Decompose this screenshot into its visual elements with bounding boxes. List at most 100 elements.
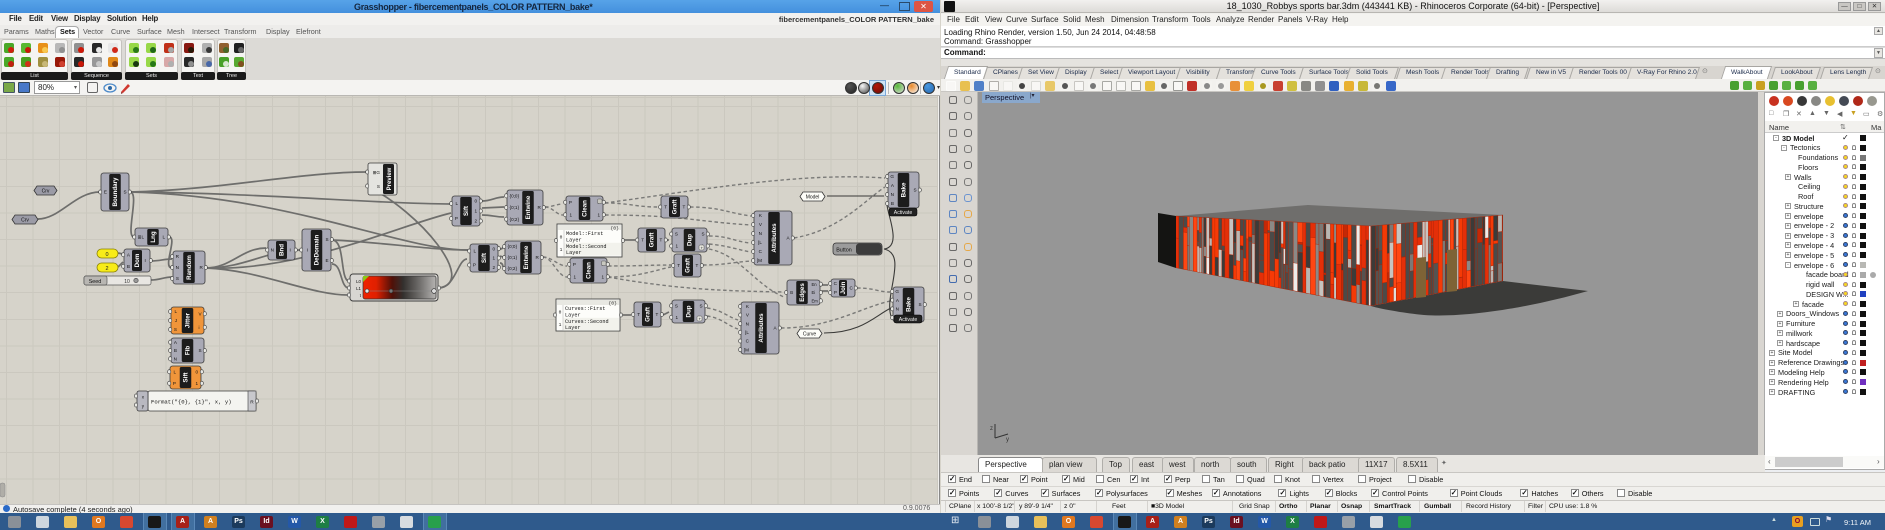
svg-text:Em: Em xyxy=(812,299,819,304)
svg-text:T: T xyxy=(637,312,640,317)
svg-text:1: 1 xyxy=(493,256,496,261)
svg-text:DeDomain: DeDomain xyxy=(314,234,321,265)
svg-text:G: G xyxy=(890,174,894,179)
svg-text:En: En xyxy=(812,282,818,287)
svg-text:E: E xyxy=(326,258,329,263)
svg-text:[M: [M xyxy=(757,258,762,263)
svg-text:2: 2 xyxy=(475,219,478,224)
svg-text:1: 1 xyxy=(559,322,562,328)
svg-text:1: 1 xyxy=(598,212,601,217)
svg-text:L1: L1 xyxy=(356,286,361,291)
svg-text:Bake: Bake xyxy=(906,297,913,312)
svg-text:{0;0}: {0;0} xyxy=(508,244,518,249)
svg-text:S: S xyxy=(702,232,705,237)
svg-text:Dom: Dom xyxy=(134,253,141,267)
svg-text:R: R xyxy=(250,400,254,406)
svg-text:2: 2 xyxy=(105,266,108,272)
svg-text:1: 1 xyxy=(569,212,572,217)
svg-text:S: S xyxy=(700,303,703,308)
svg-text:Graft: Graft xyxy=(672,200,679,215)
svg-text:Model: Model xyxy=(806,195,820,201)
svg-text:Activate: Activate xyxy=(894,210,913,216)
svg-text:P: P xyxy=(834,290,837,295)
svg-text:S: S xyxy=(124,190,127,195)
svg-text:G: G xyxy=(895,289,899,294)
svg-text:1: 1 xyxy=(675,244,678,249)
svg-text:Bnd: Bnd xyxy=(279,244,286,256)
svg-text:1: 1 xyxy=(475,209,478,214)
svg-text:0: 0 xyxy=(196,369,199,374)
svg-text:B: B xyxy=(790,290,793,295)
svg-text:B: B xyxy=(174,348,177,353)
svg-text:y: y xyxy=(1006,437,1009,443)
svg-text:0: 0 xyxy=(105,252,108,258)
svg-text:1: 1 xyxy=(196,381,199,386)
svg-text:Sift: Sift xyxy=(481,253,488,263)
svg-text:Clean: Clean xyxy=(582,200,589,217)
svg-text:{0;1}: {0;1} xyxy=(510,205,520,210)
svg-text:Graft: Graft xyxy=(649,233,656,248)
svg-text:I: I xyxy=(290,248,291,253)
svg-text:N: N xyxy=(891,192,894,197)
svg-text:1: 1 xyxy=(573,274,576,279)
svg-text:S: S xyxy=(199,348,202,353)
svg-text:L: L xyxy=(473,249,476,254)
svg-text:L: L xyxy=(455,201,458,206)
svg-text:P: P xyxy=(473,263,476,268)
svg-text:Layer: Layer xyxy=(565,312,581,318)
svg-text:+: + xyxy=(699,317,702,322)
svg-text:Curves::First: Curves::First xyxy=(565,306,605,312)
svg-text:0: 0 xyxy=(559,309,562,315)
svg-text:N: N xyxy=(271,248,274,253)
svg-text:[L: [L xyxy=(745,330,749,335)
svg-text:Random: Random xyxy=(186,255,193,280)
svg-text:Sift: Sift xyxy=(463,206,470,216)
svg-text:S: S xyxy=(675,303,678,308)
svg-text:P: P xyxy=(173,381,176,386)
svg-text:+: + xyxy=(701,246,704,251)
svg-text:T: T xyxy=(677,263,680,268)
svg-text:{0;1}: {0;1} xyxy=(508,255,518,260)
svg-text:Attributes: Attributes xyxy=(758,313,765,343)
svg-text:Layer: Layer xyxy=(565,325,581,331)
svg-text:E: E xyxy=(104,190,107,195)
svg-text:P: P xyxy=(573,262,576,267)
svg-text:N: N xyxy=(896,307,899,312)
svg-text:Layer: Layer xyxy=(566,237,582,243)
svg-text:Crv: Crv xyxy=(21,218,29,224)
svg-text:L: L xyxy=(163,235,166,240)
svg-text:Model::Second: Model::Second xyxy=(566,244,606,250)
svg-text:1: 1 xyxy=(602,274,605,279)
svg-text:T: T xyxy=(660,238,663,243)
svg-text:Entwine: Entwine xyxy=(525,195,532,219)
svg-text:{0;2}: {0;2} xyxy=(510,217,520,222)
svg-text:[L: [L xyxy=(758,240,762,245)
svg-text:N: N xyxy=(759,231,762,236)
svg-text:Graft: Graft xyxy=(645,307,652,322)
svg-text:Sift: Sift xyxy=(183,373,190,383)
svg-text:1: 1 xyxy=(560,247,563,253)
svg-text:⊞L: ⊞L xyxy=(138,235,145,240)
svg-text:Activate: Activate xyxy=(899,317,918,323)
svg-text:T: T xyxy=(641,238,644,243)
svg-text:Layer: Layer xyxy=(566,250,582,256)
svg-text:{0;2}: {0;2} xyxy=(508,266,518,271)
svg-text:Dup: Dup xyxy=(687,234,694,246)
svg-text:Dup: Dup xyxy=(686,305,693,317)
svg-text:Curves::Second: Curves::Second xyxy=(565,319,609,325)
svg-text:Seed: Seed xyxy=(89,279,102,285)
svg-text:Format("{0}, {1}", x, y): Format("{0}, {1}", x, y) xyxy=(151,399,232,406)
svg-text:B: B xyxy=(127,264,130,269)
svg-text:Clean: Clean xyxy=(586,262,593,279)
svg-text:Crv: Crv xyxy=(42,189,50,195)
svg-text:2: 2 xyxy=(493,265,496,270)
svg-text:Button: Button xyxy=(836,248,852,254)
svg-text:T: T xyxy=(696,263,699,268)
svg-text:Attributes: Attributes xyxy=(771,223,778,253)
svg-text:Edges: Edges xyxy=(799,283,806,302)
svg-text:Preview: Preview xyxy=(387,167,393,190)
svg-text:0: 0 xyxy=(560,234,563,240)
svg-text:0: 0 xyxy=(493,246,496,251)
svg-text:N: N xyxy=(746,321,749,326)
svg-text:T: T xyxy=(683,205,686,210)
